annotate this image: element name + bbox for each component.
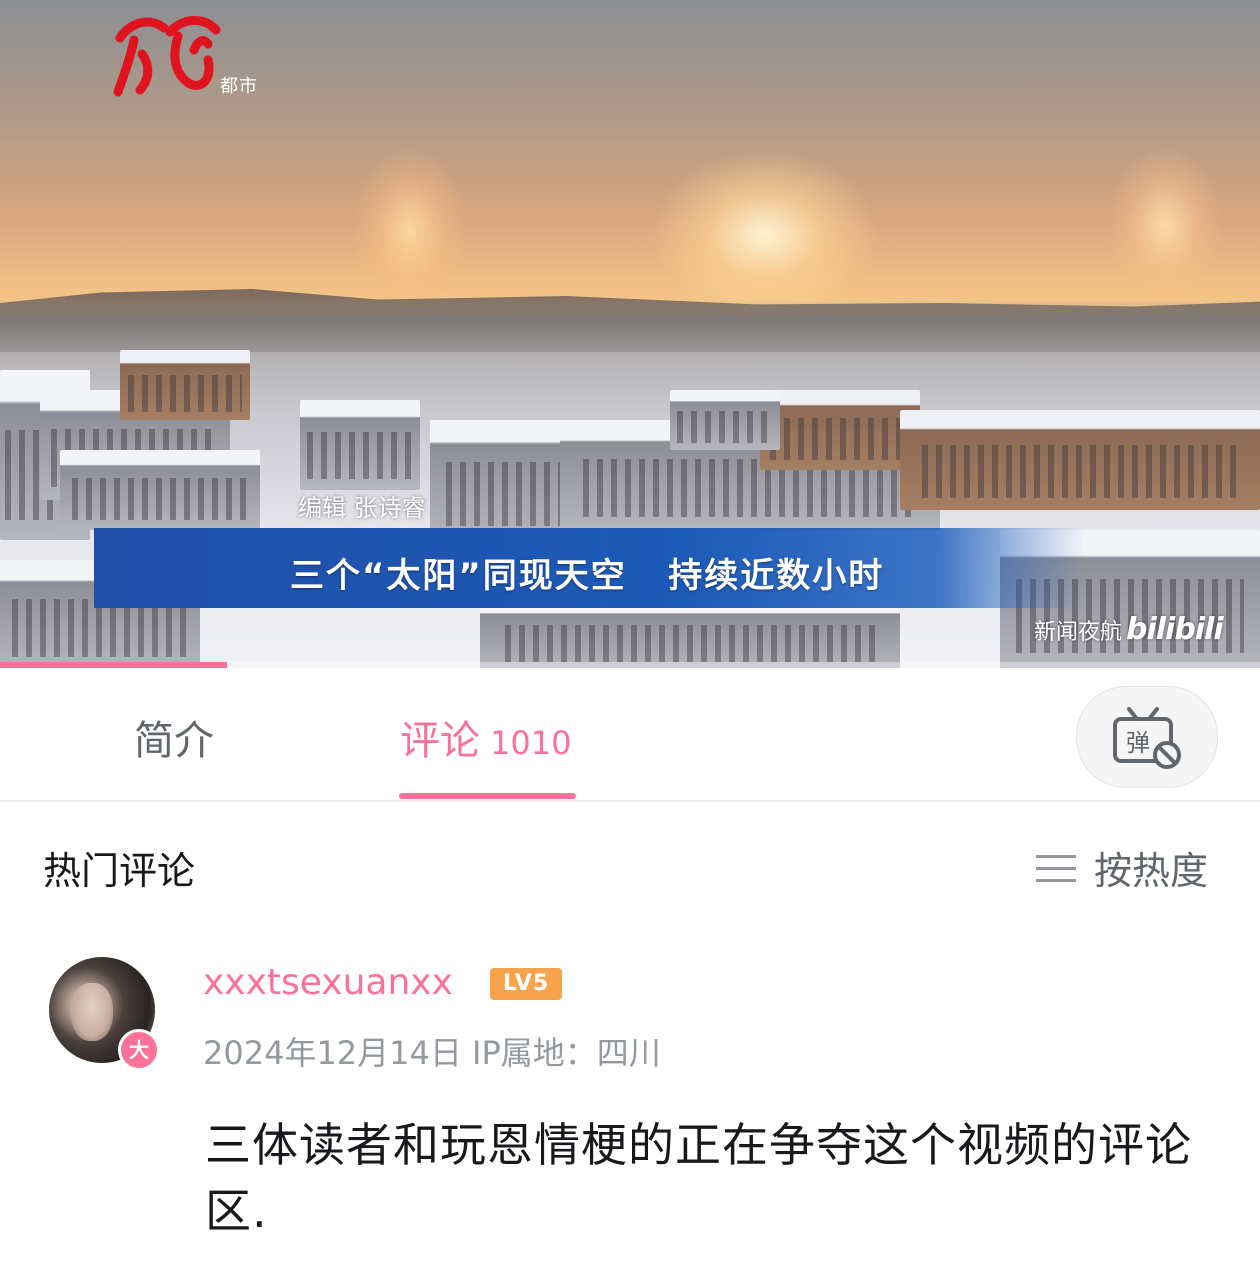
video-player[interactable]: 都市 编辑 张诗睿 三个“太阳”同现天空 持续近数小时 新闻夜航 bilibili [0, 0, 1260, 668]
user-level-badge: LV5 [490, 968, 562, 1000]
comment-username[interactable]: xxxtsexuanxx [203, 962, 453, 1003]
avatar-photo [71, 983, 113, 1041]
active-tab-indicator [399, 793, 576, 799]
sort-label: 按热度 [1094, 849, 1209, 893]
tab-intro-label: 简介 [134, 718, 214, 764]
comment-text: 三体读者和玩恩情梗的正在争夺这个视频的评论区. [205, 1118, 1192, 1238]
watermark: 新闻夜航 bilibili [1034, 612, 1224, 647]
sundog-right [1110, 150, 1220, 300]
tab-bar: 简介 评论 1010 弹 [0, 668, 1260, 802]
channel-logo [113, 16, 221, 97]
tab-comments[interactable]: 评论 1010 [400, 708, 571, 766]
watermark-program: 新闻夜航 [1034, 620, 1123, 645]
tab-intro[interactable]: 简介 [134, 708, 214, 766]
tab-comments-label: 评论 [400, 718, 480, 764]
comment-meta: 2024年12月14日 IP属地：四川 [203, 1034, 661, 1072]
hot-comments-title: 热门评论 [43, 849, 196, 893]
tab-comments-count: 1010 [490, 724, 572, 762]
bilibili-logo: bilibili [1126, 612, 1224, 647]
avatar-badge: 大 [118, 1029, 160, 1071]
menu-lines-icon [1036, 852, 1076, 883]
sundog-left [355, 150, 465, 310]
danmaku-toggle-button[interactable]: 弹 [1076, 686, 1218, 788]
sort-by-hot-button[interactable]: 按热度 [1036, 840, 1208, 895]
editor-credit: 编辑 张诗睿 [298, 494, 426, 522]
headline-text: 三个“太阳”同现天空 持续近数小时 [290, 556, 885, 596]
danmaku-off-icon: 弹 [1113, 707, 1181, 769]
sun [650, 150, 880, 320]
svg-text:弹: 弹 [1126, 729, 1150, 757]
channel-logo-caption: 都市 [220, 76, 258, 97]
